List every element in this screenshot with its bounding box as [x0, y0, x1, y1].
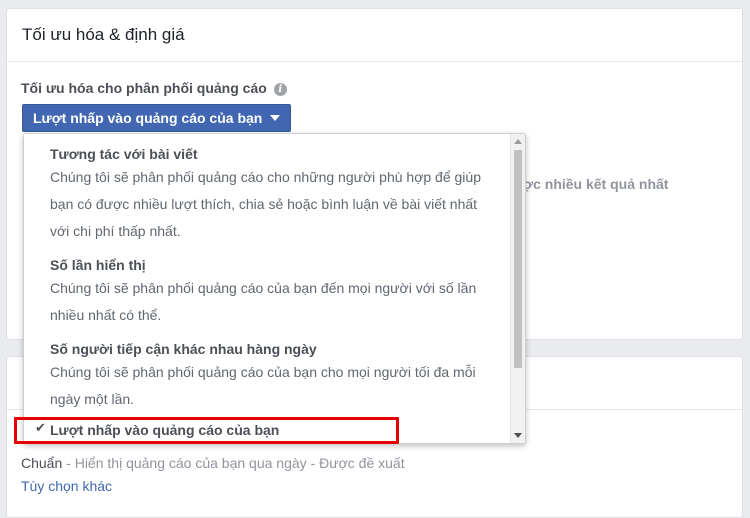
menu-item-title: Tương tác với bài viết — [50, 146, 198, 162]
card-title: Tối ưu hóa & định giá — [7, 9, 742, 62]
menu-item-impressions[interactable]: Số lần hiển thị Chúng tôi sẽ phân phối q… — [24, 245, 512, 329]
menu-item-desc: Chúng tôi sẽ phân phối quảng cáo cho nhữ… — [50, 169, 481, 239]
scroll-down-arrow-icon[interactable] — [514, 433, 522, 438]
scroll-thumb[interactable] — [514, 150, 522, 368]
menu-item-title: Số người tiếp cận khác nhau hàng ngày — [50, 341, 317, 357]
menu-item-desc: Chúng tôi sẽ phân phối quảng cáo của bạn… — [50, 364, 476, 407]
menu-scrollbar[interactable] — [510, 134, 525, 443]
caret-down-icon — [270, 115, 281, 121]
dropdown-value: Lượt nhấp vào quảng cáo của bạn — [33, 110, 263, 126]
delivery-type-label: Chuẩn - Hiển thị quảng cáo của bạn qua n… — [21, 455, 405, 471]
menu-item-daily-unique-reach[interactable]: Số người tiếp cận khác nhau hàng ngày Ch… — [24, 329, 512, 413]
menu-item-title: Số lần hiển thị — [50, 257, 146, 273]
menu-item-post-engagement[interactable]: Tương tác với bài viết Chúng tôi sẽ phân… — [24, 134, 512, 245]
menu-item-desc: Chúng tôi sẽ phân phối quảng cáo của bạn… — [50, 280, 477, 323]
optimization-dropdown-button[interactable]: Lượt nhấp vào quảng cáo của bạn — [22, 104, 292, 132]
menu-list: Tương tác với bài viết Chúng tôi sẽ phân… — [24, 134, 512, 413]
more-options-link[interactable]: Tùy chọn khác — [21, 478, 112, 494]
optimization-dropdown-menu: Tương tác với bài viết Chúng tôi sẽ phân… — [23, 133, 526, 444]
delivery-type: Chuẩn — [21, 455, 63, 471]
optimization-label: Tối ưu hóa cho phân phối quảng cáo i — [21, 80, 287, 96]
scroll-up-arrow-icon[interactable] — [514, 139, 522, 144]
selected-option-highlight — [14, 417, 399, 444]
hidden-helper-text: ược nhiều kết quả nhất — [513, 176, 669, 192]
info-icon[interactable]: i — [273, 83, 287, 96]
delivery-type-desc: - Hiển thị quảng cáo của bạn qua ngày - … — [62, 455, 405, 471]
optimization-label-text: Tối ưu hóa cho phân phối quảng cáo — [21, 80, 267, 96]
